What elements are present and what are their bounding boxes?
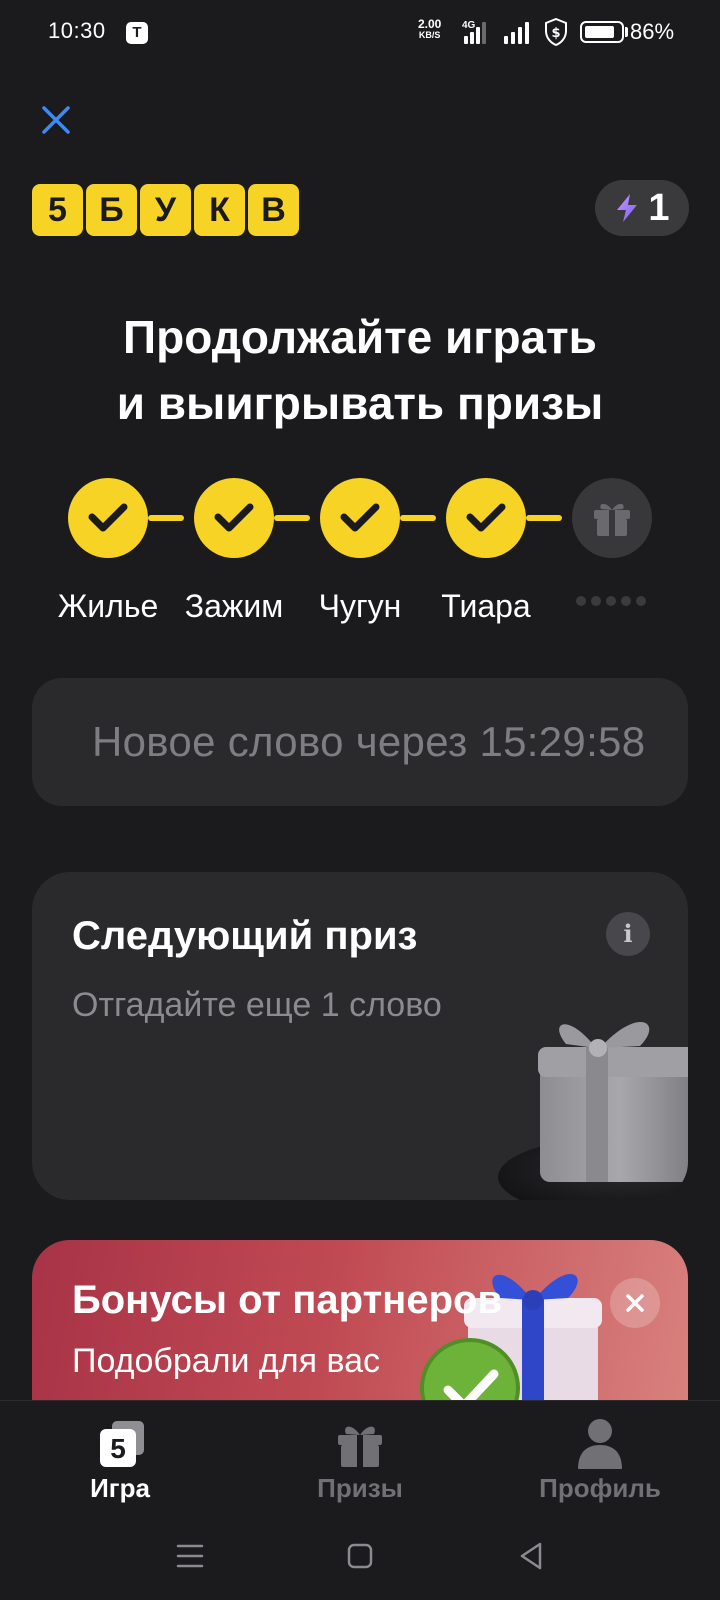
close-icon[interactable] xyxy=(36,100,76,140)
next-prize-subtitle: Отгадайте еще 1 слово xyxy=(72,986,442,1024)
logo-tile: У xyxy=(140,184,191,236)
logo-tile: К xyxy=(194,184,245,236)
network-speed-unit: KB/S xyxy=(418,30,441,40)
next-word-timer: Новое слово через 15:29:58 xyxy=(92,718,646,765)
network-speed: 2.00 KB/S xyxy=(418,18,441,40)
lightning-icon xyxy=(617,194,638,222)
signal-icon xyxy=(462,20,492,44)
battery-cap xyxy=(625,27,628,37)
bonus-title: Бонусы от партнеров xyxy=(72,1278,503,1322)
next-prize-card[interactable]: Следующий приз Отгадайте еще 1 слово i xyxy=(32,872,688,1200)
step-prize xyxy=(572,478,652,558)
step-label-3: Чугун xyxy=(318,588,402,624)
title-line-2: и выигрывать призы xyxy=(116,377,604,429)
tab-prizes-label: Призы xyxy=(317,1473,403,1503)
check-icon xyxy=(88,503,128,532)
progress-connector xyxy=(148,515,184,521)
game-tile-icon: 5 xyxy=(100,1421,144,1467)
battery-fill xyxy=(585,26,614,38)
back-icon[interactable] xyxy=(512,1538,552,1574)
bonus-subtitle: Подобрали для вас xyxy=(72,1342,381,1380)
step-label-1: Жилье xyxy=(57,588,159,624)
energy-badge[interactable]: 1 xyxy=(595,180,689,236)
menu-icon[interactable] xyxy=(170,1538,210,1574)
battery-percent: 86% xyxy=(630,19,675,44)
logo-tile: В xyxy=(248,184,299,236)
energy-count: 1 xyxy=(648,186,670,229)
step-done-4 xyxy=(446,478,526,558)
system-navigation-bar xyxy=(0,1510,720,1600)
shield-dollar-icon: $ xyxy=(545,18,567,46)
check-icon xyxy=(340,503,380,532)
gift-icon xyxy=(594,503,630,536)
check-icon xyxy=(466,503,506,532)
tab-profile[interactable]: Профиль xyxy=(520,1415,680,1503)
logo-tile: Б xyxy=(86,184,137,236)
hidden-word-dots xyxy=(576,596,646,606)
game-tile-glyph: 5 xyxy=(110,1433,126,1464)
step-done-3 xyxy=(320,478,400,558)
next-word-timer-card: Новое слово через 15:29:58 xyxy=(32,678,688,806)
tab-game[interactable]: 5 Игра xyxy=(40,1415,200,1503)
battery-icon xyxy=(580,21,624,43)
status-time: 10:30 xyxy=(48,18,106,43)
app-logo: 5БУКВ xyxy=(32,184,299,236)
info-icon[interactable]: i xyxy=(606,912,650,956)
page-title: Продолжайте играть и выигрывать призы xyxy=(0,304,720,436)
step-done-2 xyxy=(194,478,274,558)
tab-profile-label: Профиль xyxy=(539,1473,661,1503)
network-speed-value: 2.00 xyxy=(418,17,442,31)
close-x-icon xyxy=(626,1294,644,1312)
status-bar: 10:30 T 2.00 KB/S 4G $ 86% xyxy=(0,0,720,64)
svg-text:$: $ xyxy=(551,26,560,41)
tab-game-label: Игра xyxy=(90,1473,150,1503)
progress-connector xyxy=(526,515,562,521)
bottom-navigation: 5 Игра Призы Профиль xyxy=(0,1400,720,1510)
profile-icon xyxy=(578,1419,622,1469)
progress-connector xyxy=(400,515,436,521)
logo-tile: 5 xyxy=(32,184,83,236)
step-label-2: Зажим xyxy=(184,588,284,624)
home-icon[interactable] xyxy=(340,1538,380,1574)
step-done-1 xyxy=(68,478,148,558)
check-icon xyxy=(214,503,254,532)
next-prize-title: Следующий приз xyxy=(72,914,418,958)
gift-box-illustration xyxy=(498,1021,688,1200)
signal-icon-2 xyxy=(504,20,534,44)
step-label-4: Тиара xyxy=(441,588,531,624)
app-notification-icon: T xyxy=(126,22,148,44)
gift-icon xyxy=(338,1426,382,1467)
title-line-1: Продолжайте играть xyxy=(123,311,597,363)
tab-prizes[interactable]: Призы xyxy=(280,1415,440,1503)
progress-connector xyxy=(274,515,310,521)
close-icon[interactable] xyxy=(610,1278,660,1328)
